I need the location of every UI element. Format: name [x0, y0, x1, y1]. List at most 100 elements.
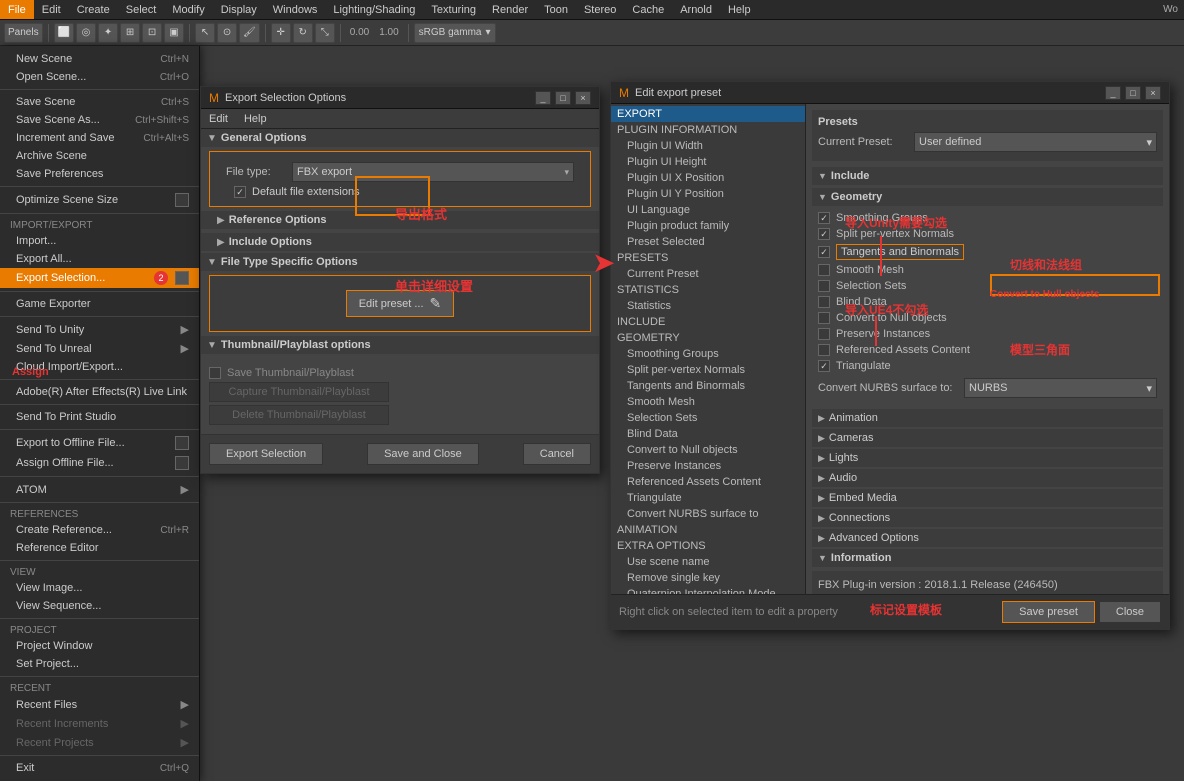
lights-expandable[interactable]: ▶ Lights	[812, 449, 1163, 467]
menu-edit[interactable]: Edit	[34, 0, 69, 19]
menu-texturing[interactable]: Texturing	[423, 0, 484, 19]
menu-print-studio[interactable]: Send To Print Studio	[0, 408, 199, 426]
menu-export-selection[interactable]: Export Selection... 2	[0, 268, 199, 288]
menu-modify[interactable]: Modify	[164, 0, 212, 19]
preset-close-btn[interactable]: Close	[1099, 601, 1161, 623]
export-selection-btn[interactable]: Export Selection	[209, 443, 323, 465]
thumbnail-options-header[interactable]: ▼ Thumbnail/Playblast options	[201, 336, 599, 354]
color-space-dropdown[interactable]: sRGB gamma ▾	[414, 23, 496, 43]
tree-item-selection-sets[interactable]: Selection Sets	[611, 410, 805, 426]
menu-cloud-import[interactable]: Cloud Import/Export...	[0, 358, 199, 376]
tree-item-use-scene[interactable]: Use scene name	[611, 554, 805, 570]
menu-assign-offline[interactable]: Assign Offline File...	[0, 453, 199, 473]
menu-file[interactable]: File	[0, 0, 34, 19]
connections-expandable[interactable]: ▶ Connections	[812, 509, 1163, 527]
export-dialog-minimize[interactable]: _	[535, 91, 551, 105]
menu-select[interactable]: Select	[118, 0, 165, 19]
menu-recent-projects[interactable]: Recent Projects ▶	[0, 733, 199, 752]
menu-game-exporter[interactable]: Game Exporter	[0, 295, 199, 313]
referenced-assets-checkbox[interactable]	[818, 344, 830, 356]
menu-help[interactable]: Help	[720, 0, 759, 19]
tool-btn-5[interactable]: ⊡	[142, 23, 162, 43]
export-dialog-maximize[interactable]: □	[555, 91, 571, 105]
include-section-header[interactable]: ▼ Include	[812, 167, 1163, 185]
tangents-checkbox[interactable]: ✓	[818, 246, 830, 258]
smoothing-groups-checkbox[interactable]: ✓	[818, 212, 830, 224]
tree-item-extra-options[interactable]: EXTRA OPTIONS	[611, 538, 805, 554]
menu-display[interactable]: Display	[213, 0, 265, 19]
preset-dialog-maximize[interactable]: □	[1125, 86, 1141, 100]
menu-view-sequence[interactable]: View Sequence...	[0, 597, 199, 615]
tool-move[interactable]: ✛	[271, 23, 291, 43]
export-selection-box[interactable]	[175, 271, 189, 285]
reference-options-header[interactable]: ▶ Reference Options	[201, 211, 599, 229]
menu-toon[interactable]: Toon	[536, 0, 576, 19]
current-preset-select[interactable]: User defined ▾	[914, 132, 1157, 152]
menu-lighting[interactable]: Lighting/Shading	[325, 0, 423, 19]
tree-item-include[interactable]: INCLUDE	[611, 314, 805, 330]
tree-item-statistics-item[interactable]: Statistics	[611, 298, 805, 314]
tool-btn-3[interactable]: ✦	[98, 23, 118, 43]
tree-item-smoothing[interactable]: Smoothing Groups	[611, 346, 805, 362]
nurbs-select[interactable]: NURBS ▾	[964, 378, 1157, 398]
tree-item-preserve[interactable]: Preserve Instances	[611, 458, 805, 474]
menu-render[interactable]: Render	[484, 0, 536, 19]
tree-item-preset-selected[interactable]: Preset Selected	[611, 234, 805, 250]
menu-project-window[interactable]: Project Window	[0, 637, 199, 655]
menu-create-reference[interactable]: Create Reference... Ctrl+R	[0, 521, 199, 539]
assign-offline-box[interactable]	[175, 456, 189, 470]
menu-archive-scene[interactable]: Archive Scene	[0, 147, 199, 165]
embed-media-expandable[interactable]: ▶ Embed Media	[812, 489, 1163, 507]
menu-save-scene[interactable]: Save Scene Ctrl+S	[0, 93, 199, 111]
menu-create[interactable]: Create	[69, 0, 118, 19]
menu-stereo[interactable]: Stereo	[576, 0, 624, 19]
menu-arnold[interactable]: Arnold	[672, 0, 720, 19]
tree-item-blind-data[interactable]: Blind Data	[611, 426, 805, 442]
tree-item-current-preset[interactable]: Current Preset	[611, 266, 805, 282]
menu-save-prefs[interactable]: Save Preferences	[0, 165, 199, 183]
menu-save-scene-as[interactable]: Save Scene As... Ctrl+Shift+S	[0, 111, 199, 129]
file-type-select[interactable]: FBX export ▾	[292, 162, 574, 182]
tree-item-plugin-width[interactable]: Plugin UI Width	[611, 138, 805, 154]
general-options-header[interactable]: ▼ General Options	[201, 129, 599, 147]
tree-item-convert-nurbs[interactable]: Convert NURBS surface to	[611, 506, 805, 522]
preset-dialog-minimize[interactable]: _	[1105, 86, 1121, 100]
split-vertex-checkbox[interactable]: ✓	[818, 228, 830, 240]
tree-item-geometry[interactable]: GEOMETRY	[611, 330, 805, 346]
menu-after-effects[interactable]: Adobe(R) After Effects(R) Live Link	[0, 383, 199, 401]
export-dialog-close[interactable]: ×	[575, 91, 591, 105]
export-offline-box[interactable]	[175, 436, 189, 450]
export-dialog-menu-edit[interactable]: Edit	[201, 109, 236, 128]
menu-cache[interactable]: Cache	[624, 0, 672, 19]
menu-set-project[interactable]: Set Project...	[0, 655, 199, 673]
triangulate-checkbox[interactable]: ✓	[818, 360, 830, 372]
tree-item-quaternion[interactable]: Quaternion Interpolation Mode	[611, 586, 805, 594]
menu-recent-increments[interactable]: Recent Increments ▶	[0, 714, 199, 733]
optimize-scene-checkbox[interactable]	[175, 193, 189, 207]
advanced-options-expandable[interactable]: ▶ Advanced Options	[812, 529, 1163, 547]
file-type-specific-header[interactable]: ▼ File Type Specific Options	[201, 253, 599, 271]
edit-preset-button[interactable]: Edit preset ... ✎	[346, 290, 455, 317]
include-options-header[interactable]: ▶ Include Options	[201, 233, 599, 251]
save-thumbnail-checkbox[interactable]	[209, 367, 221, 379]
tree-item-presets[interactable]: PRESETS	[611, 250, 805, 266]
tree-item-plugin-height[interactable]: Plugin UI Height	[611, 154, 805, 170]
convert-null-checkbox[interactable]	[818, 312, 830, 324]
tool-btn-1[interactable]: ⬜	[54, 23, 74, 43]
menu-export-offline[interactable]: Export to Offline File...	[0, 433, 199, 453]
menu-atom[interactable]: ATOM ▶	[0, 480, 199, 499]
menu-open-scene[interactable]: Open Scene... Ctrl+O	[0, 68, 199, 86]
info-section-header[interactable]: ▼ Information	[812, 549, 1163, 567]
tree-item-plugin-info[interactable]: PLUGIN INFORMATION	[611, 122, 805, 138]
tree-item-ui-language[interactable]: UI Language	[611, 202, 805, 218]
menu-optimize-scene[interactable]: Optimize Scene Size	[0, 190, 199, 210]
cameras-expandable[interactable]: ▶ Cameras	[812, 429, 1163, 447]
menu-new-scene[interactable]: New Scene Ctrl+N	[0, 50, 199, 68]
tree-item-triangulate[interactable]: Triangulate	[611, 490, 805, 506]
menu-send-unreal[interactable]: Send To Unreal ▶	[0, 339, 199, 358]
tool-btn-6[interactable]: ▣	[164, 23, 184, 43]
menu-import[interactable]: Import...	[0, 232, 199, 250]
tree-item-convert-null[interactable]: Convert to Null objects	[611, 442, 805, 458]
menu-increment-save[interactable]: Increment and Save Ctrl+Alt+S	[0, 129, 199, 147]
save-close-btn[interactable]: Save and Close	[367, 443, 479, 465]
